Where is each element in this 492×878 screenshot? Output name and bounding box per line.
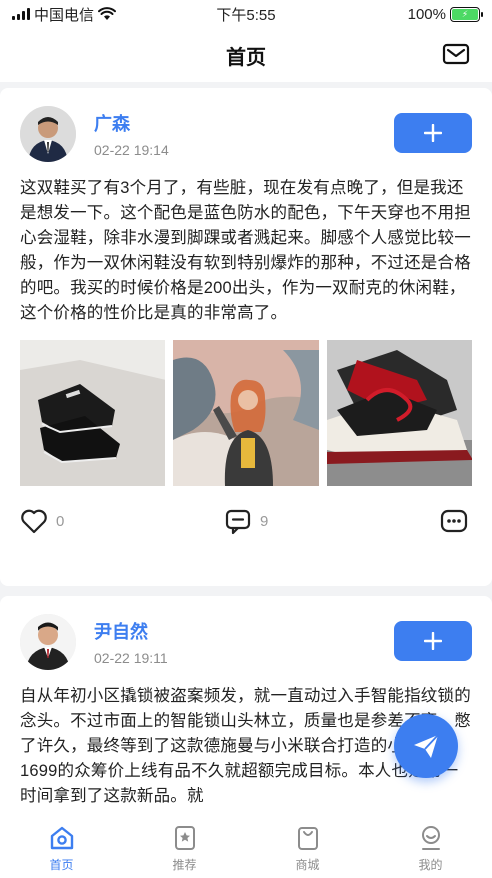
follow-button[interactable]	[394, 113, 472, 153]
post-image-sneakers[interactable]	[326, 340, 472, 486]
star-bookmark-icon	[174, 826, 195, 850]
feed[interactable]: 广森 02-22 19:14 这双鞋买了有3个月了，有些脏，现在发有点晚了，但是…	[0, 82, 492, 818]
wifi-icon	[98, 7, 117, 20]
avatar[interactable]	[20, 614, 76, 670]
tab-mall[interactable]: 商城	[246, 818, 369, 878]
like-count: 0	[56, 512, 65, 530]
plus-icon	[424, 632, 442, 650]
more-icon	[440, 509, 468, 533]
tab-label: 商城	[295, 858, 320, 872]
follow-button[interactable]	[394, 621, 472, 661]
like-button[interactable]: 0	[20, 508, 64, 534]
nav-bar: 首页	[0, 28, 492, 82]
comment-button[interactable]: 9	[224, 507, 268, 535]
plus-icon	[424, 124, 442, 142]
battery-percent: 100%	[407, 5, 446, 23]
tab-mine[interactable]: 我的	[369, 818, 492, 878]
post-card: 尹自然 02-22 19:11 自从年初小区撬锁被盗案频发，就一直动过入手智能指…	[0, 596, 492, 818]
publish-button[interactable]	[394, 714, 458, 778]
signal-icon	[12, 8, 30, 20]
status-bar: 中国电信 下午5:55 100% ⚡	[0, 0, 492, 28]
user-name[interactable]: 广森	[94, 110, 169, 136]
carrier-label: 中国电信	[34, 6, 95, 24]
page-title: 首页	[226, 46, 266, 69]
post-text: 这双鞋买了有3个月了，有些脏，现在发有点晚了，但是我还是想发一下。这个配色是蓝色…	[20, 179, 471, 322]
tab-label: 首页	[49, 858, 74, 872]
post-image-shoes[interactable]	[20, 340, 166, 486]
user-name[interactable]: 尹自然	[94, 618, 168, 644]
mail-button[interactable]	[442, 42, 470, 66]
tab-recommend[interactable]: 推荐	[123, 818, 246, 878]
tab-bar: 首页 推荐 商城 我的	[0, 818, 492, 878]
home-icon	[50, 826, 73, 850]
mail-icon	[442, 43, 470, 65]
shopping-bag-icon	[297, 827, 318, 850]
comment-count: 9	[260, 512, 269, 530]
send-icon	[414, 734, 439, 758]
post-images	[20, 340, 472, 486]
battery-icon: ⚡	[450, 6, 483, 22]
post-image-person[interactable]	[173, 340, 319, 486]
heart-icon	[21, 509, 47, 534]
post-time: 02-22 19:14	[94, 142, 169, 158]
tab-label: 我的	[418, 858, 443, 872]
avatar[interactable]	[20, 106, 76, 162]
tab-home[interactable]: 首页	[0, 818, 123, 878]
post-card: 广森 02-22 19:14 这双鞋买了有3个月了，有些脏，现在发有点晚了，但是…	[0, 88, 492, 586]
user-icon	[421, 826, 440, 850]
post-time: 02-22 19:11	[94, 650, 168, 666]
tab-label: 推荐	[172, 858, 197, 872]
more-button[interactable]	[440, 509, 468, 533]
comment-icon	[225, 509, 251, 535]
